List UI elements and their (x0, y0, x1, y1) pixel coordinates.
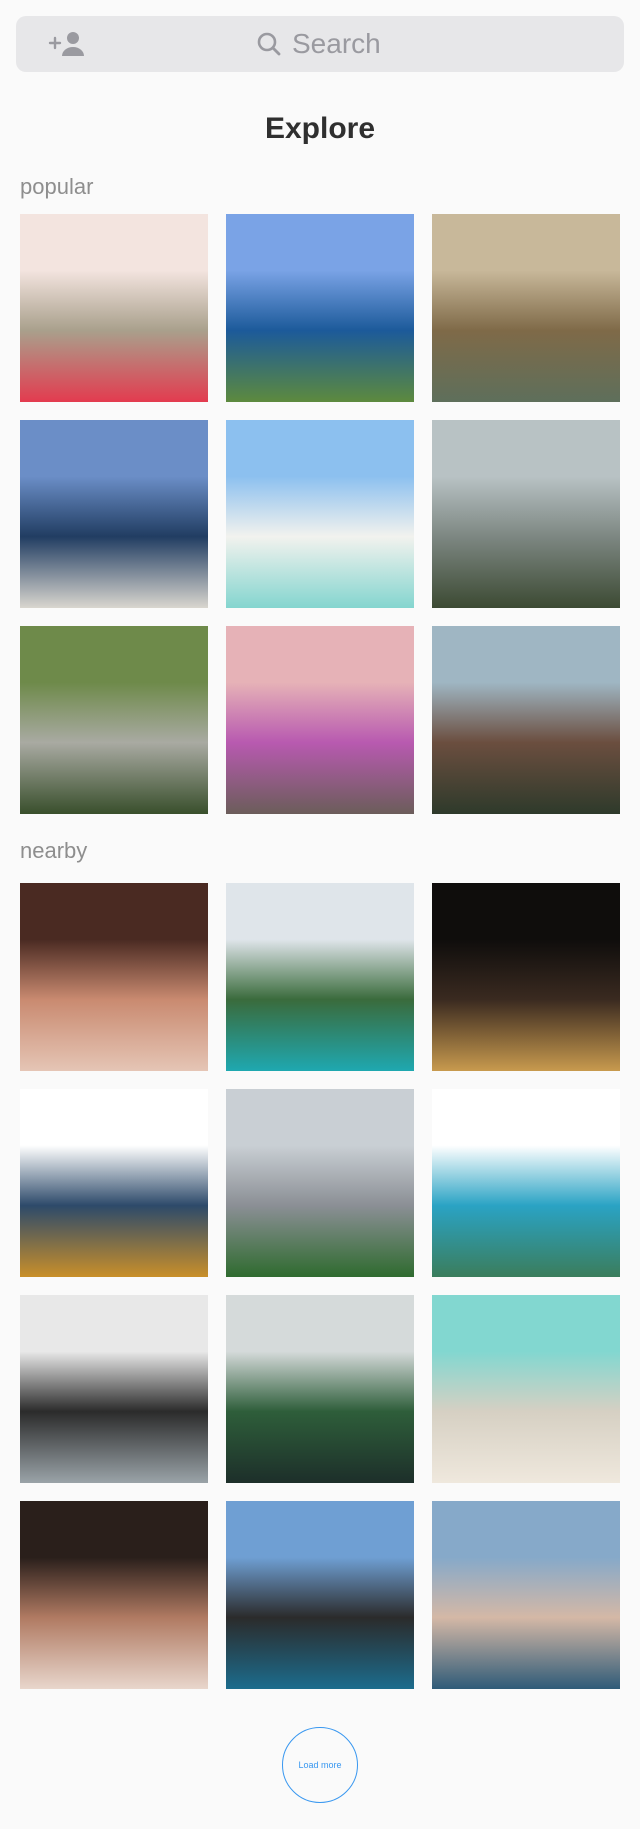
photo-thumbnail (432, 626, 620, 814)
photo-tile[interactable] (226, 1501, 414, 1689)
search-icon (257, 32, 281, 56)
photo-thumbnail (226, 1501, 414, 1689)
photo-tile[interactable] (20, 1295, 208, 1483)
photo-tile[interactable] (226, 420, 414, 608)
photo-thumbnail (226, 1089, 414, 1277)
photo-thumbnail (432, 883, 620, 1071)
photo-thumbnail (432, 1089, 620, 1277)
photo-thumbnail (226, 420, 414, 608)
photo-tile[interactable] (226, 1295, 414, 1483)
photo-thumbnail (20, 420, 208, 608)
section-label-popular: popular (20, 174, 94, 199)
section-label-nearby: nearby (20, 838, 88, 863)
photo-tile[interactable] (432, 1501, 620, 1689)
photo-tile[interactable] (432, 1295, 620, 1483)
photo-thumbnail (226, 214, 414, 402)
photo-tile[interactable] (20, 420, 208, 608)
search-placeholder: Search (292, 28, 381, 59)
photo-tile[interactable] (226, 626, 414, 814)
photo-tile[interactable] (20, 626, 208, 814)
photo-thumbnail (20, 883, 208, 1071)
photo-tile[interactable] (432, 626, 620, 814)
photo-tile[interactable] (432, 883, 620, 1071)
photo-tile[interactable] (432, 1089, 620, 1277)
photo-thumbnail (432, 214, 620, 402)
photo-tile[interactable] (226, 883, 414, 1071)
photo-tile[interactable] (432, 214, 620, 402)
photo-tile[interactable] (20, 1501, 208, 1689)
photo-thumbnail (20, 214, 208, 402)
load-more-button[interactable]: Load more (282, 1727, 358, 1803)
photo-thumbnail (432, 1295, 620, 1483)
photo-thumbnail (20, 626, 208, 814)
photo-thumbnail (432, 420, 620, 608)
photo-thumbnail (20, 1089, 208, 1277)
add-user-icon[interactable] (44, 30, 84, 58)
photo-thumbnail (226, 1295, 414, 1483)
photo-thumbnail (20, 1295, 208, 1483)
photo-tile[interactable] (20, 214, 208, 402)
photo-tile[interactable] (432, 420, 620, 608)
photo-thumbnail (20, 1501, 208, 1689)
page-title: Explore (264, 112, 376, 145)
nearby-photo-grid (20, 883, 621, 1689)
top-bar: Search (16, 16, 624, 72)
photo-thumbnail (432, 1501, 620, 1689)
photo-thumbnail (226, 626, 414, 814)
photo-tile[interactable] (226, 1089, 414, 1277)
popular-photo-grid (20, 214, 621, 814)
photo-tile[interactable] (226, 214, 414, 402)
photo-tile[interactable] (20, 883, 208, 1071)
photo-thumbnail (226, 883, 414, 1071)
photo-tile[interactable] (20, 1089, 208, 1277)
search-input[interactable]: Search (256, 28, 381, 60)
